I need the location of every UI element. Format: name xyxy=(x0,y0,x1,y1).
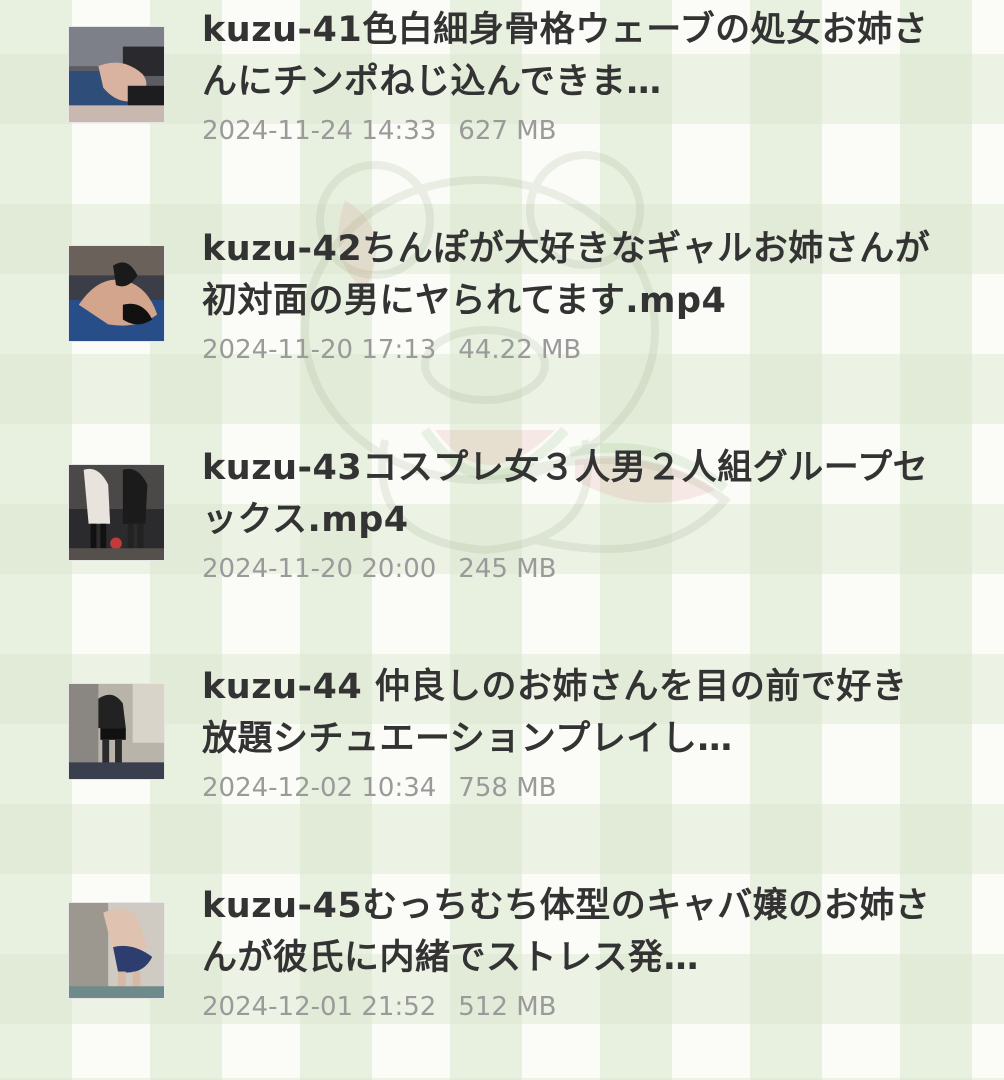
file-list-item[interactable]: kuzu-41色白細身骨格ウェーブの処女お姉さんにチンポねじ込んできま… 202… xyxy=(0,4,1004,204)
file-meta: 2024-11-24 14:33 627 MB xyxy=(202,114,942,148)
file-info: kuzu-44 仲良しのお姉さんを目の前で好き放題シチュエーションプレイし… 2… xyxy=(202,661,942,805)
file-date: 2024-12-01 21:52 xyxy=(202,992,437,1022)
file-date: 2024-11-20 17:13 xyxy=(202,335,437,365)
file-size: 245 MB xyxy=(458,554,557,584)
photo-thumbnail-image xyxy=(69,465,164,560)
file-title[interactable]: kuzu-42ちんぽが大好きなギャルお姉さんが初対面の男にヤられてます.mp4 xyxy=(202,223,942,327)
video-thumbnail[interactable] xyxy=(68,902,165,999)
file-meta: 2024-11-20 20:00 245 MB xyxy=(202,552,942,586)
photo-thumbnail-image xyxy=(69,246,164,341)
photo-thumbnail-image xyxy=(69,684,164,779)
file-title[interactable]: kuzu-44 仲良しのお姉さんを目の前で好き放題シチュエーションプレイし… xyxy=(202,661,942,765)
file-date: 2024-11-24 14:33 xyxy=(202,116,437,146)
file-list-item[interactable]: kuzu-42ちんぽが大好きなギャルお姉さんが初対面の男にヤられてます.mp4 … xyxy=(0,223,1004,423)
file-list-item[interactable]: kuzu-44 仲良しのお姉さんを目の前で好き放題シチュエーションプレイし… 2… xyxy=(0,661,1004,861)
file-title[interactable]: kuzu-41色白細身骨格ウェーブの処女お姉さんにチンポねじ込んできま… xyxy=(202,4,942,108)
photo-thumbnail-image xyxy=(69,27,164,122)
video-thumbnail[interactable] xyxy=(68,26,165,123)
file-list-item[interactable]: kuzu-45むっちむち体型のキャバ嬢のお姉さんが彼氏に内緒でストレス発… 20… xyxy=(0,880,1004,1080)
photo-thumbnail-image xyxy=(69,903,164,998)
file-size: 512 MB xyxy=(458,992,557,1022)
file-meta: 2024-11-20 17:13 44.22 MB xyxy=(202,333,942,367)
file-info: kuzu-45むっちむち体型のキャバ嬢のお姉さんが彼氏に内緒でストレス発… 20… xyxy=(202,880,942,1024)
file-list-item[interactable]: kuzu-43コスプレ女３人男２人組グループセックス.mp4 2024-11-2… xyxy=(0,442,1004,642)
file-date: 2024-12-02 10:34 xyxy=(202,773,437,803)
video-thumbnail[interactable] xyxy=(68,464,165,561)
file-meta: 2024-12-02 10:34 758 MB xyxy=(202,771,942,805)
file-size: 627 MB xyxy=(458,116,557,146)
video-thumbnail[interactable] xyxy=(68,245,165,342)
file-info: kuzu-42ちんぽが大好きなギャルお姉さんが初対面の男にヤられてます.mp4 … xyxy=(202,223,942,367)
file-title[interactable]: kuzu-43コスプレ女３人男２人組グループセックス.mp4 xyxy=(202,442,942,546)
file-size: 44.22 MB xyxy=(458,335,582,365)
video-thumbnail[interactable] xyxy=(68,683,165,780)
file-date: 2024-11-20 20:00 xyxy=(202,554,437,584)
file-info: kuzu-43コスプレ女３人男２人組グループセックス.mp4 2024-11-2… xyxy=(202,442,942,586)
file-meta: 2024-12-01 21:52 512 MB xyxy=(202,990,942,1024)
file-title[interactable]: kuzu-45むっちむち体型のキャバ嬢のお姉さんが彼氏に内緒でストレス発… xyxy=(202,880,942,984)
file-info: kuzu-41色白細身骨格ウェーブの処女お姉さんにチンポねじ込んできま… 202… xyxy=(202,4,942,148)
file-size: 758 MB xyxy=(458,773,557,803)
